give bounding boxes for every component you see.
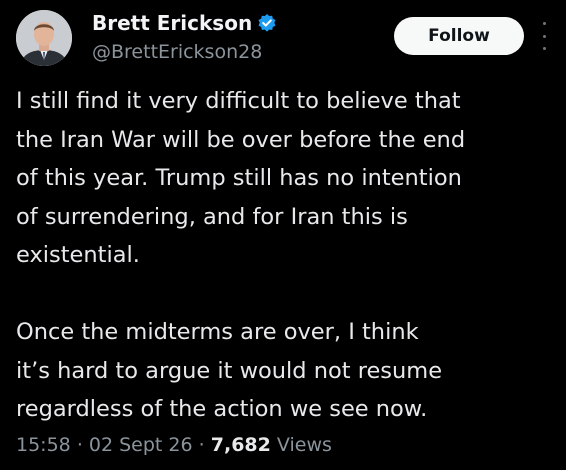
- tweet-line: the Iran War will be over before the end: [16, 126, 466, 153]
- tweet-line: it’s hard to argue it would not resume: [16, 357, 443, 384]
- more-dot: [542, 47, 546, 50]
- follow-button[interactable]: Follow: [394, 17, 524, 55]
- views-count: 7,682: [210, 434, 271, 456]
- tweet-line: of this year. Trump still has no intenti…: [16, 165, 462, 192]
- tweet-text: I still find it very difficult to believ…: [16, 82, 556, 429]
- tweet-meta: 15:58 · 02 Sept 26 · 7,682 Views: [16, 433, 332, 457]
- avatar[interactable]: [16, 10, 72, 66]
- tweet-line: I still find it very difficult to believ…: [16, 88, 461, 114]
- verified-badge-icon: [257, 13, 277, 33]
- tweet-line: regardless of the action we see now.: [16, 396, 428, 423]
- meta-separator: ·: [198, 434, 205, 456]
- author-name[interactable]: Brett Erickson: [92, 10, 252, 36]
- tweet-time[interactable]: 15:58: [16, 434, 71, 456]
- tweet-line: existential.: [16, 242, 140, 269]
- meta-separator: ·: [76, 434, 83, 456]
- author-handle[interactable]: @BrettErickson28: [92, 40, 262, 64]
- tweet-line: of surrendering, and for Iran this is: [16, 203, 408, 230]
- author-name-row: Brett Erickson: [92, 10, 277, 36]
- tweet-date[interactable]: 02 Sept 26: [89, 434, 193, 456]
- views-label: Views: [276, 434, 332, 456]
- more-dot: [542, 22, 546, 25]
- more-options-icon[interactable]: [538, 22, 550, 50]
- tweet-line: Once the midterms are over, I think: [16, 318, 419, 345]
- more-dot: [542, 34, 546, 38]
